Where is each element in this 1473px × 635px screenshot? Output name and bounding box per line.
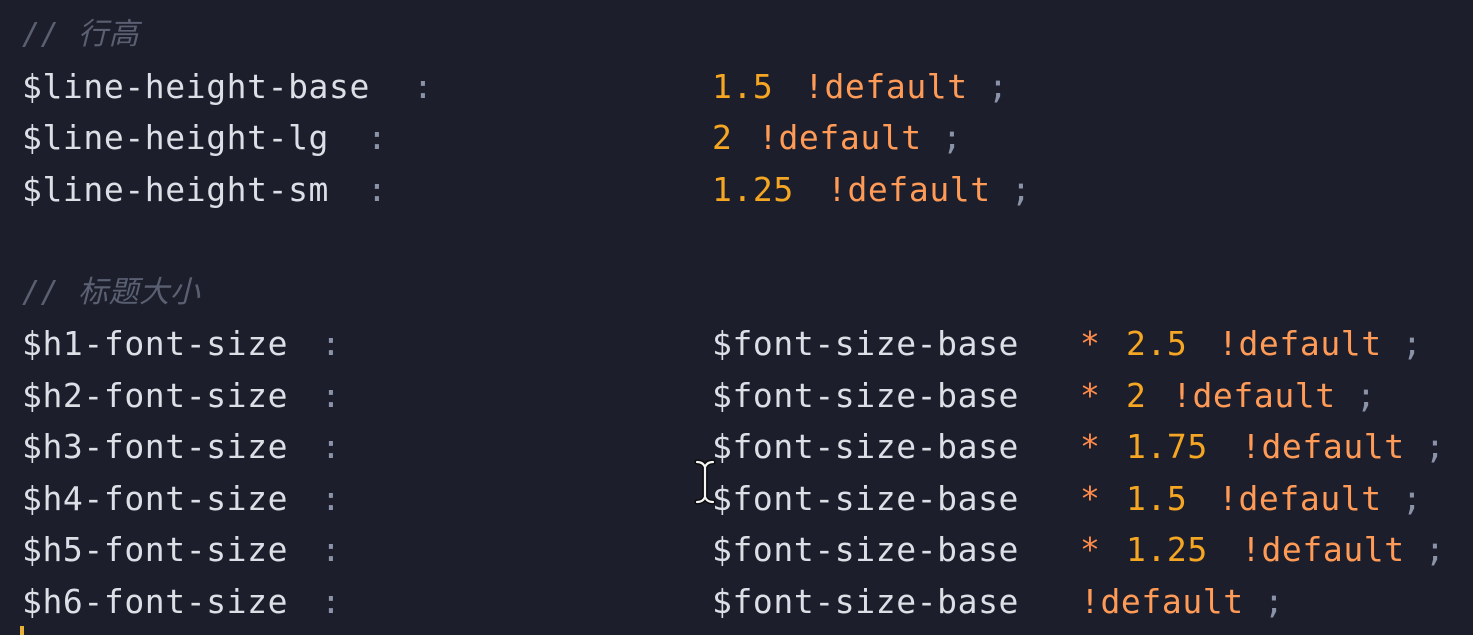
token-variable: $line-height-lg <box>22 118 330 157</box>
token-number: 1.5 <box>712 66 774 106</box>
token-keyword: !default <box>1172 375 1336 415</box>
code-line[interactable]: $line-height-sm: 1.25 !default; <box>0 164 1473 215</box>
text-caret <box>20 626 24 635</box>
token-punctuation: ; <box>1425 427 1446 466</box>
token-punctuation: ; <box>942 118 963 157</box>
token-punctuation: ; <box>1402 478 1423 518</box>
token-punctuation: : <box>321 530 342 569</box>
token-variable: $h4-font-size <box>22 478 289 518</box>
token-keyword: !default <box>1218 478 1382 518</box>
token-variable: $h2-font-size <box>22 375 289 415</box>
token-number: 1.25 <box>1126 530 1208 569</box>
code-line[interactable]: $h6-font-size: $font-size-base !default; <box>0 576 1473 627</box>
code-line[interactable]: $h5-font-size: $font-size-base * 1.25 !defau… <box>0 524 1473 575</box>
token-operator: * <box>1080 427 1101 466</box>
token-number: 2.5 <box>1126 324 1188 363</box>
token-keyword: !default <box>1241 530 1405 569</box>
token-keyword: !default <box>827 169 991 209</box>
token-number: 2 <box>712 118 733 157</box>
token-variable: $h6-font-size <box>22 581 289 621</box>
token-comment: // 行高 <box>22 17 140 52</box>
token-variable: $font-size-base <box>712 324 1020 363</box>
token-number: 1.75 <box>1126 427 1208 466</box>
token-operator: * <box>1080 375 1101 415</box>
token-punctuation: : <box>321 478 342 518</box>
token-punctuation: : <box>321 427 342 466</box>
token-punctuation: ; <box>1011 169 1032 209</box>
token-operator: * <box>1080 324 1101 363</box>
token-number: 1.5 <box>1126 478 1188 518</box>
code-line[interactable]: $h4-font-size: $font-size-base * 1.5 !defaul… <box>0 473 1473 524</box>
token-punctuation: : <box>413 66 434 106</box>
token-variable: $h1-font-size <box>22 324 289 363</box>
token-punctuation: ; <box>988 66 1009 106</box>
token-punctuation: ; <box>1402 324 1423 363</box>
token-punctuation: ; <box>1356 375 1377 415</box>
token-variable: $font-size-base <box>712 581 1020 621</box>
code-line[interactable]: $h2-font-size: $font-size-base * 2 !default; <box>0 370 1473 421</box>
token-comment: // 标题大小 <box>22 274 201 310</box>
code-line[interactable]: $h1-font-size: $font-size-base * 2.5 !defaul… <box>0 318 1473 369</box>
token-keyword: !default <box>1241 427 1405 466</box>
token-variable: $h3-font-size <box>22 427 289 466</box>
token-punctuation: ; <box>1264 581 1285 621</box>
token-number: 2 <box>1126 375 1147 415</box>
token-variable: $line-height-base <box>22 66 370 106</box>
token-keyword: !default <box>758 118 922 157</box>
token-variable: $font-size-base <box>712 478 1020 518</box>
token-variable: $h5-font-size <box>22 530 289 569</box>
token-variable: $font-size-base <box>712 427 1020 466</box>
code-line[interactable] <box>0 215 1473 266</box>
code-line[interactable]: $h3-font-size: $font-size-base * 1.75 !defau… <box>0 421 1473 472</box>
token-operator: * <box>1080 478 1101 518</box>
token-variable: $line-height-sm <box>22 169 330 209</box>
token-punctuation: ; <box>1425 530 1446 569</box>
token-punctuation: : <box>367 169 388 209</box>
code-editor[interactable]: // 行高 $line-height-base:1.5 !default; $line… <box>0 0 1473 635</box>
token-variable: $font-size-base <box>712 530 1020 569</box>
token-operator: * <box>1080 530 1101 569</box>
token-keyword: !default <box>1218 324 1382 363</box>
token-variable: $font-size-base <box>712 375 1020 415</box>
token-keyword: !default <box>1080 581 1244 621</box>
token-punctuation: : <box>321 324 342 363</box>
code-line[interactable]: $line-height-base: 1.5 !default; <box>0 61 1473 112</box>
code-line[interactable]: $line-height-lg: 2 !default; <box>0 112 1473 163</box>
token-number: 1.25 <box>712 169 794 209</box>
code-line[interactable]: // 标题大小 <box>0 267 1473 318</box>
code-line[interactable]: // 行高 <box>0 9 1473 60</box>
token-punctuation: : <box>321 375 342 415</box>
token-punctuation: : <box>367 118 388 157</box>
text-cursor-icon <box>693 459 717 505</box>
token-punctuation: : <box>321 581 342 621</box>
token-keyword: !default <box>804 66 968 106</box>
